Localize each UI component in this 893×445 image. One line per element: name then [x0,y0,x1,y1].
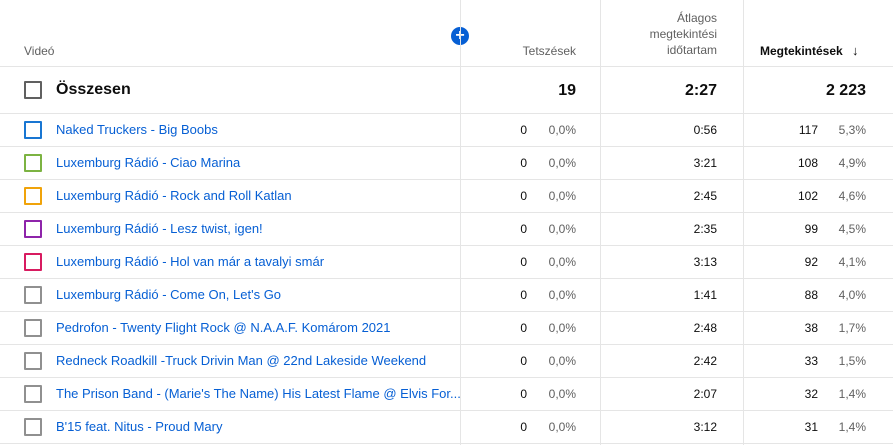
row-views: 99 [804,222,818,236]
video-title-link[interactable]: Luxemburg Rádió - Rock and Roll Katlan [56,188,292,203]
row-likes: 0 [520,255,527,269]
row-views-pct: 1,5% [838,354,866,368]
sort-down-icon[interactable]: ↓ [852,43,859,58]
row-avg-duration: 2:07 [693,387,717,401]
column-header-video[interactable]: Videó [24,44,54,58]
column-divider [460,0,461,445]
total-label: Összesen [56,81,131,98]
row-avg-duration: 2:42 [693,354,717,368]
table-row[interactable]: Pedrofon - Twenty Flight Rock @ N.A.A.F.… [0,312,893,345]
row-likes-pct: 0,0% [548,255,576,269]
row-likes: 0 [520,156,527,170]
row-avg-duration: 2:35 [693,222,717,236]
table-row[interactable]: Redneck Roadkill -Truck Drivin Man @ 22n… [0,345,893,378]
row-views: 92 [804,255,818,269]
row-views: 102 [797,189,818,203]
row-likes-pct: 0,0% [548,420,576,434]
row-checkbox[interactable] [24,352,42,370]
column-divider [600,0,601,445]
row-views: 32 [804,387,818,401]
row-checkbox[interactable] [24,187,42,205]
row-checkbox[interactable] [24,319,42,337]
row-avg-duration: 3:13 [693,255,717,269]
table-row[interactable]: Luxemburg Rádió - Ciao Marina 0 0,0% 3:21 10… [0,147,893,180]
row-likes: 0 [520,420,527,434]
row-likes-pct: 0,0% [548,354,576,368]
row-likes-pct: 0,0% [548,189,576,203]
column-header-avg-duration-line1: Átlagos [676,11,717,25]
column-header-avg-duration[interactable]: Átlagos megtekintési időtartam [597,10,717,58]
select-all-checkbox[interactable] [24,81,42,99]
table-row[interactable]: Luxemburg Rádió - Come On, Let's Go 0 0,0%… [0,279,893,312]
table-row[interactable]: Luxemburg Rádió - Rock and Roll Katlan 0 0… [0,180,893,213]
row-checkbox[interactable] [24,220,42,238]
row-views: 88 [804,288,818,302]
row-likes-pct: 0,0% [548,288,576,302]
column-header-views[interactable]: Megtekintések [760,44,843,58]
table-row[interactable]: The Prison Band - (Marie's The Name) His… [0,378,893,411]
row-views-pct: 1,4% [838,387,866,401]
table-row[interactable]: Luxemburg Rádió - Lesz twist, igen! 0 0,0%… [0,213,893,246]
row-views: 31 [804,420,818,434]
row-avg-duration: 2:48 [693,321,717,335]
row-likes: 0 [520,321,527,335]
row-views: 117 [798,123,818,137]
table-row[interactable]: Naked Truckers - Big Boobs 0 0,0% 0:56 117 5,… [0,114,893,147]
row-checkbox[interactable] [24,121,42,139]
table-row[interactable]: B'15 feat. Nitus - Proud Mary 0 0,0% 3:12 31… [0,411,893,444]
row-likes: 0 [520,189,527,203]
row-likes-pct: 0,0% [548,321,576,335]
video-title-link[interactable]: Luxemburg Rádió - Come On, Let's Go [56,287,281,302]
video-title-link[interactable]: Luxemburg Rádió - Hol van már a tavalyi … [56,254,324,269]
column-divider [743,0,744,445]
column-header-likes[interactable]: Tetszések [523,44,576,58]
analytics-table: Videó + Tetszések Átlagos megtekintési i… [0,0,893,445]
row-views-pct: 4,1% [838,255,866,269]
row-views-pct: 5,3% [838,123,866,137]
video-title-link[interactable]: The Prison Band - (Marie's The Name) His… [56,386,461,401]
total-likes: 19 [558,82,576,99]
total-views: 2 223 [825,82,866,99]
row-views-pct: 4,9% [838,156,866,170]
video-title-link[interactable]: Naked Truckers - Big Boobs [56,122,218,137]
column-header-avg-duration-line3: időtartam [666,43,717,57]
row-checkbox[interactable] [24,253,42,271]
row-views-pct: 1,4% [838,420,866,434]
column-header-avg-duration-line2: megtekintési [649,27,717,41]
row-likes: 0 [520,387,527,401]
row-views-pct: 4,6% [838,189,866,203]
row-likes-pct: 0,0% [548,387,576,401]
row-avg-duration: 2:45 [693,189,717,203]
table-row[interactable]: Luxemburg Rádió - Hol van már a tavalyi … [0,246,893,279]
row-avg-duration: 3:21 [693,156,717,170]
row-likes-pct: 0,0% [548,156,576,170]
row-checkbox[interactable] [24,385,42,403]
row-views-pct: 4,0% [838,288,866,302]
total-avg-duration: 2:27 [684,82,717,99]
row-checkbox[interactable] [24,154,42,172]
row-likes: 0 [520,288,527,302]
row-avg-duration: 0:56 [693,123,717,137]
video-title-link[interactable]: B'15 feat. Nitus - Proud Mary [56,419,223,434]
row-likes-pct: 0,0% [548,123,576,137]
row-likes: 0 [520,123,527,137]
total-row: Összesen 19 2:27 2 223 [0,67,893,114]
video-title-link[interactable]: Redneck Roadkill -Truck Drivin Man @ 22n… [56,353,426,368]
video-title-link[interactable]: Pedrofon - Twenty Flight Rock @ N.A.A.F.… [56,320,390,335]
video-title-link[interactable]: Luxemburg Rádió - Lesz twist, igen! [56,221,263,236]
row-views-pct: 4,5% [838,222,866,236]
row-likes: 0 [520,222,527,236]
row-checkbox[interactable] [24,418,42,436]
row-likes-pct: 0,0% [548,222,576,236]
row-avg-duration: 1:41 [693,288,717,302]
row-views: 38 [804,321,818,335]
row-likes: 0 [520,354,527,368]
video-title-link[interactable]: Luxemburg Rádió - Ciao Marina [56,155,240,170]
row-checkbox[interactable] [24,286,42,304]
table-header: Videó + Tetszések Átlagos megtekintési i… [0,0,893,67]
row-avg-duration: 3:12 [693,420,717,434]
row-views-pct: 1,7% [838,321,866,335]
row-views: 108 [797,156,818,170]
row-views: 33 [804,354,818,368]
